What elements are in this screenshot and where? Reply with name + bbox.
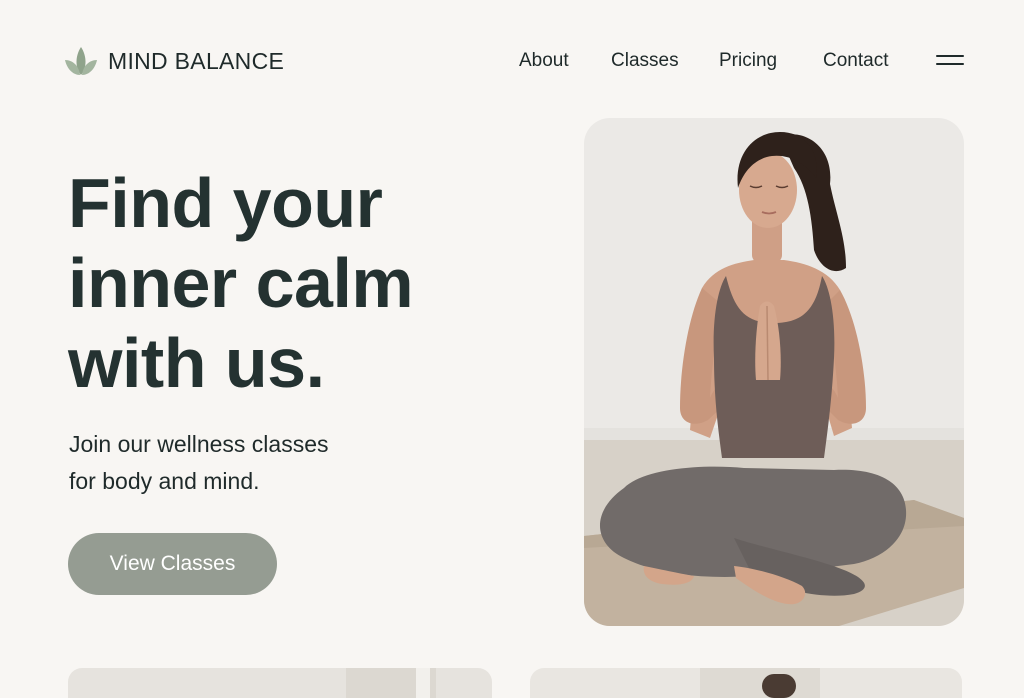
site-header: MIND BALANCE About Classes Pricing Conta… [0, 0, 1024, 120]
yoga-meditation-illustration [584, 118, 964, 626]
view-classes-button[interactable]: View Classes [68, 533, 277, 595]
nav-link-classes[interactable]: Classes [611, 50, 679, 72]
hero-title-line: Find your [68, 164, 383, 242]
nav-link-contact[interactable]: Contact [823, 50, 888, 72]
hero-subtitle-line: for body and mind. [69, 468, 260, 494]
hero-title: Find your inner calm with us. [68, 163, 538, 403]
class-card-image[interactable] [530, 668, 962, 698]
nav-link-about[interactable]: About [519, 50, 569, 72]
nav-link-pricing[interactable]: Pricing [719, 50, 777, 72]
yoga-meditation-photo [584, 118, 964, 626]
main-nav: About Classes Pricing Contact [0, 50, 1024, 80]
hamburger-menu-icon[interactable] [936, 52, 964, 68]
hero-title-line: with us. [68, 324, 325, 402]
class-card-image[interactable] [68, 668, 492, 698]
hero-title-line: inner calm [68, 244, 414, 322]
hero-subtitle: Join our wellness classes for body and m… [69, 426, 449, 500]
hero-subtitle-line: Join our wellness classes [69, 431, 329, 457]
